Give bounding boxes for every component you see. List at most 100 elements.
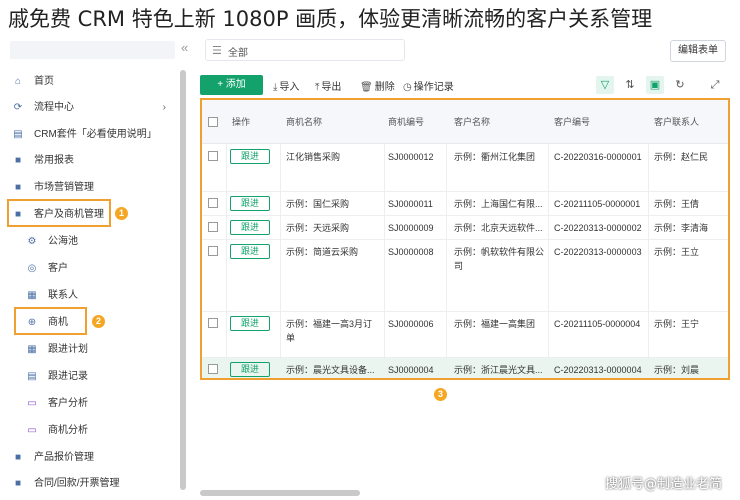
sidebar-item-follow-record[interactable]: ▤ 跟进记录 bbox=[8, 365, 180, 389]
opportunity-table: 操作 商机名称 商机编号 客户名称 客户编号 客户联系人 跟进 江化销售采购 S… bbox=[200, 98, 730, 380]
export-button[interactable]: ⤒ 导出 bbox=[315, 78, 341, 93]
contact-icon: ▦ bbox=[27, 290, 37, 301]
highlight-box bbox=[7, 199, 111, 227]
column-header[interactable]: 客户名称 bbox=[454, 115, 490, 129]
opportunity-code: SJ0000009 bbox=[388, 223, 434, 233]
customer-name: 示例：福建一高集团 bbox=[454, 319, 536, 329]
edit-form-button[interactable]: 编辑表单 bbox=[670, 40, 726, 62]
opportunity-code: SJ0000006 bbox=[388, 319, 434, 329]
sidebar-item-label: 客户 bbox=[48, 263, 68, 274]
doc-icon: ▤ bbox=[13, 129, 23, 140]
sidebar-item-contract-management[interactable]: ■ 合同/回款/开票管理 bbox=[8, 472, 180, 496]
select-all-checkbox[interactable] bbox=[208, 117, 218, 127]
row-checkbox[interactable] bbox=[208, 198, 218, 208]
follow-button[interactable]: 跟进 bbox=[230, 316, 270, 331]
collapse-sidebar-icon[interactable]: « bbox=[181, 40, 188, 55]
row-checkbox[interactable] bbox=[208, 364, 218, 374]
column-header[interactable]: 商机名称 bbox=[286, 115, 322, 129]
add-button[interactable]: + 添加 bbox=[200, 75, 263, 95]
customer-name: 示例：上海国仁有限... bbox=[454, 199, 543, 209]
sidebar-item-label: 市场营销管理 bbox=[34, 182, 94, 193]
sidebar-item-customer[interactable]: ◎ 客户 bbox=[8, 257, 180, 281]
table-row[interactable]: 跟进 示例：福建一高3月订单 SJ0000006 示例：福建一高集团 C-202… bbox=[202, 312, 728, 358]
sidebar-item-public-pool[interactable]: ⚙ 公海池 bbox=[8, 230, 180, 254]
column-header[interactable]: 客户编号 bbox=[554, 115, 590, 129]
follow-button[interactable]: 跟进 bbox=[230, 196, 270, 211]
table-row[interactable]: 跟进 示例：天远采购 SJ0000009 示例：北京天远软件... C-2022… bbox=[202, 216, 728, 240]
opportunity-name: 示例：简道云采购 bbox=[286, 247, 359, 257]
customer-code: C-20220313-0000004 bbox=[554, 365, 642, 375]
customer-name: 示例：帆软软件有限公司 bbox=[454, 247, 545, 271]
watermark: 搜狐号@制造业老简 bbox=[604, 477, 722, 492]
sidebar-item-customer-analysis[interactable]: ▭ 客户分析 bbox=[8, 392, 180, 416]
customer-name: 示例：浙江晨光文具... bbox=[454, 365, 543, 375]
customer-contact: 示例：王倩 bbox=[654, 199, 700, 209]
column-header[interactable]: 商机编号 bbox=[388, 115, 424, 129]
app-search-box[interactable] bbox=[10, 41, 175, 59]
view-select-value: 全部 bbox=[228, 48, 248, 59]
row-checkbox[interactable] bbox=[208, 222, 218, 232]
row-checkbox[interactable] bbox=[208, 246, 218, 256]
sidebar-item-reports[interactable]: ■ 常用报表 bbox=[8, 149, 180, 173]
sidebar-item-label: 跟进计划 bbox=[48, 344, 88, 355]
customer-code: C-20220313-0000002 bbox=[554, 223, 642, 233]
flow-icon: ⟳ bbox=[13, 102, 23, 113]
folder-icon: ■ bbox=[14, 155, 22, 166]
follow-button[interactable]: 跟进 bbox=[230, 362, 270, 377]
horizontal-scrollbar[interactable] bbox=[200, 490, 360, 496]
list-icon: ☰ bbox=[212, 45, 222, 57]
export-label: 导出 bbox=[321, 82, 342, 93]
sidebar-item-crm-guide[interactable]: ▤ CRM套件「必看使用说明」 bbox=[8, 123, 180, 147]
table-row[interactable]: 跟进 示例：晨光文具设备... SJ0000004 示例：浙江晨光文具... C… bbox=[202, 358, 728, 378]
follow-button[interactable]: 跟进 bbox=[230, 149, 270, 164]
sidebar-item-contact[interactable]: ▦ 联系人 bbox=[8, 284, 180, 308]
customer-name: 示例：北京天远软件... bbox=[454, 223, 543, 233]
sidebar-item-home[interactable]: ⌂ 首页 bbox=[8, 70, 180, 94]
customer-contact: 示例：李清海 bbox=[654, 223, 709, 233]
follow-button[interactable]: 跟进 bbox=[230, 220, 270, 235]
pool-icon: ⚙ bbox=[27, 236, 37, 247]
table-row[interactable]: 跟进 示例：国仁采购 SJ0000011 示例：上海国仁有限... C-2021… bbox=[202, 192, 728, 216]
sidebar-item-label: CRM套件「必看使用说明」 bbox=[34, 129, 157, 140]
sidebar-item-quote-management[interactable]: ■ 产品报价管理 bbox=[8, 446, 180, 470]
top-bar: « ☰ 全部 编辑表单 bbox=[0, 32, 740, 68]
sidebar-item-label: 跟进记录 bbox=[48, 371, 88, 382]
sort-icon[interactable]: ⇅ bbox=[621, 76, 639, 94]
sidebar-item-label: 商机分析 bbox=[48, 425, 88, 436]
row-checkbox[interactable] bbox=[208, 318, 218, 328]
opportunity-code: SJ0000011 bbox=[388, 199, 433, 209]
filter-icon[interactable]: ▽ bbox=[596, 76, 614, 94]
view-select[interactable]: ☰ 全部 bbox=[205, 39, 405, 61]
sidebar-item-label: 合同/回款/开票管理 bbox=[34, 478, 120, 489]
refresh-icon[interactable]: ↻ bbox=[671, 76, 689, 94]
row-checkbox[interactable] bbox=[208, 151, 218, 161]
import-icon: ⤓ bbox=[273, 82, 278, 93]
main-content: + 添加 ⤓ 导入 ⤒ 导出 🗑 删除 ◷ 操作记录 ▽ ⇅ ▣ ↻ ⤢ 操作 商机名称… bbox=[190, 68, 740, 500]
sidebar-item-flow-center[interactable]: ⟳ 流程中心 › bbox=[8, 96, 180, 120]
toolbar: + 添加 ⤓ 导入 ⤒ 导出 🗑 删除 ◷ 操作记录 ▽ ⇅ ▣ ↻ ⤢ bbox=[200, 75, 730, 95]
sidebar-item-follow-plan[interactable]: ▦ 跟进计划 bbox=[8, 338, 180, 362]
follow-button[interactable]: 跟进 bbox=[230, 244, 270, 259]
plan-icon: ▦ bbox=[27, 344, 37, 355]
chart-icon: ▭ bbox=[27, 425, 37, 436]
delete-button[interactable]: 🗑 删除 bbox=[360, 78, 395, 93]
field-settings-icon[interactable]: ▣ bbox=[646, 76, 664, 94]
folder-icon: ■ bbox=[14, 182, 22, 193]
sidebar: ⌂ 首页 ⟳ 流程中心 › ▤ CRM套件「必看使用说明」 ■ 常用报表 ■ 市… bbox=[0, 68, 186, 500]
sidebar-scrollbar[interactable] bbox=[180, 70, 186, 490]
sidebar-item-marketing[interactable]: ■ 市场营销管理 bbox=[8, 176, 180, 200]
operation-log-button[interactable]: ◷ 操作记录 bbox=[403, 78, 454, 93]
table-row[interactable]: 跟进 示例：简道云采购 SJ0000008 示例：帆软软件有限公司 C-2022… bbox=[202, 240, 728, 312]
folder-icon: ■ bbox=[14, 452, 22, 463]
column-header: 操作 bbox=[232, 117, 251, 127]
sidebar-item-opportunity-analysis[interactable]: ▭ 商机分析 bbox=[8, 419, 180, 443]
step-badge-1: 1 bbox=[115, 207, 128, 220]
chart-icon: ▭ bbox=[27, 398, 37, 409]
import-button[interactable]: ⤓ 导入 bbox=[273, 78, 299, 93]
table-row[interactable]: 跟进 江化销售采购 SJ0000012 示例：衢州江化集团 C-20220316… bbox=[202, 144, 728, 192]
customer-code: C-20220316-0000001 bbox=[554, 152, 642, 162]
column-header[interactable]: 客户联系人 bbox=[654, 115, 699, 129]
sidebar-item-label: 流程中心 bbox=[34, 102, 74, 113]
fullscreen-icon[interactable]: ⤢ bbox=[706, 76, 724, 94]
customer-contact: 示例：王立 bbox=[654, 247, 700, 257]
